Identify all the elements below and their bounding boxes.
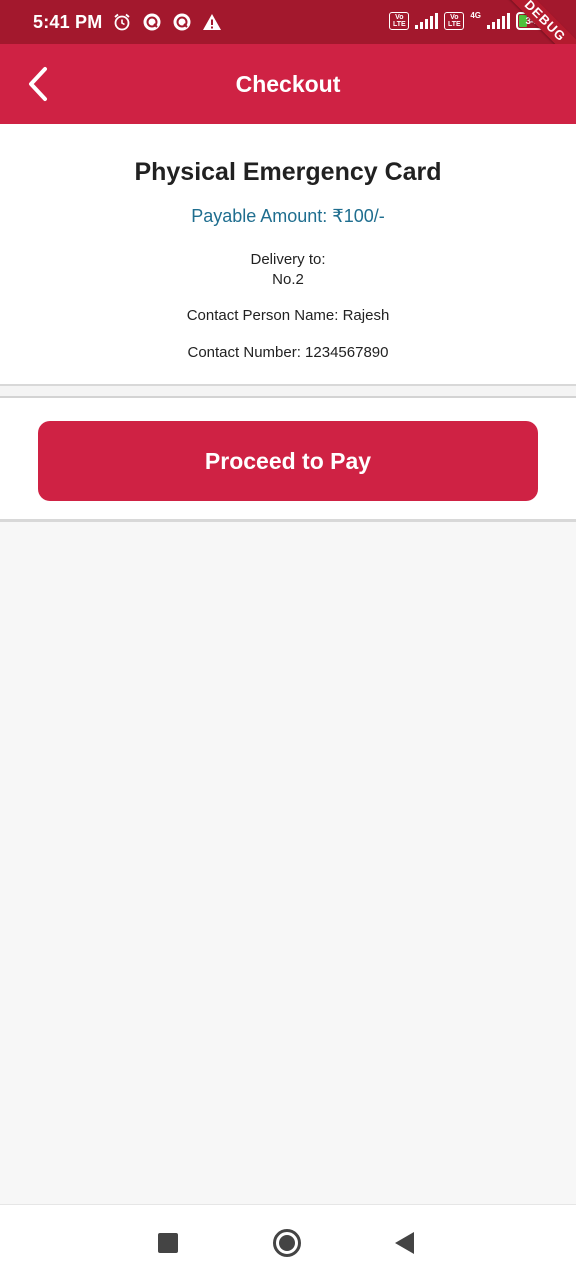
status-notification-icons [112, 12, 222, 32]
volte-icon: Vo LTE [389, 12, 410, 30]
notification-icon [173, 13, 191, 31]
app-bar: Checkout [0, 44, 576, 124]
signal-icon [487, 13, 510, 29]
payable-amount: Payable Amount: ₹100/- [191, 206, 385, 226]
status-system-icons: Vo LTE Vo LTE 4G 34 [389, 10, 546, 30]
signal-icon [415, 13, 439, 29]
volte-icon: Vo LTE [444, 12, 465, 30]
contact-person-name: Contact Person Name: Rajesh [186, 307, 390, 324]
network-type: 4G [470, 10, 481, 20]
order-details-card: Physical Emergency Card Payable Amount: … [0, 124, 576, 386]
back-button[interactable] [18, 64, 58, 104]
payment-action-card: Proceed to Pay [0, 398, 576, 522]
product-title: Physical Emergency Card [134, 158, 442, 186]
alarm-icon [114, 13, 131, 31]
delivery-address: No.2 [272, 271, 304, 288]
page-title: Checkout [235, 70, 341, 97]
recents-icon[interactable] [158, 1233, 178, 1253]
home-icon[interactable] [273, 1229, 301, 1257]
status-time: 5:41 PM [33, 11, 103, 32]
chevron-left-icon [29, 67, 47, 101]
warning-icon [203, 14, 222, 30]
notification-icon [143, 13, 161, 31]
system-navigation-bar [0, 1204, 576, 1280]
status-bar: 5:41 PM Vo LTE Vo LTE 4G 34 [0, 0, 576, 44]
proceed-to-pay-button[interactable]: Proceed to Pay [38, 421, 538, 501]
delivery-label: Delivery to: [250, 251, 326, 268]
back-icon[interactable] [395, 1232, 414, 1254]
section-divider [0, 386, 576, 398]
contact-number: Contact Number: 1234567890 [187, 344, 389, 361]
